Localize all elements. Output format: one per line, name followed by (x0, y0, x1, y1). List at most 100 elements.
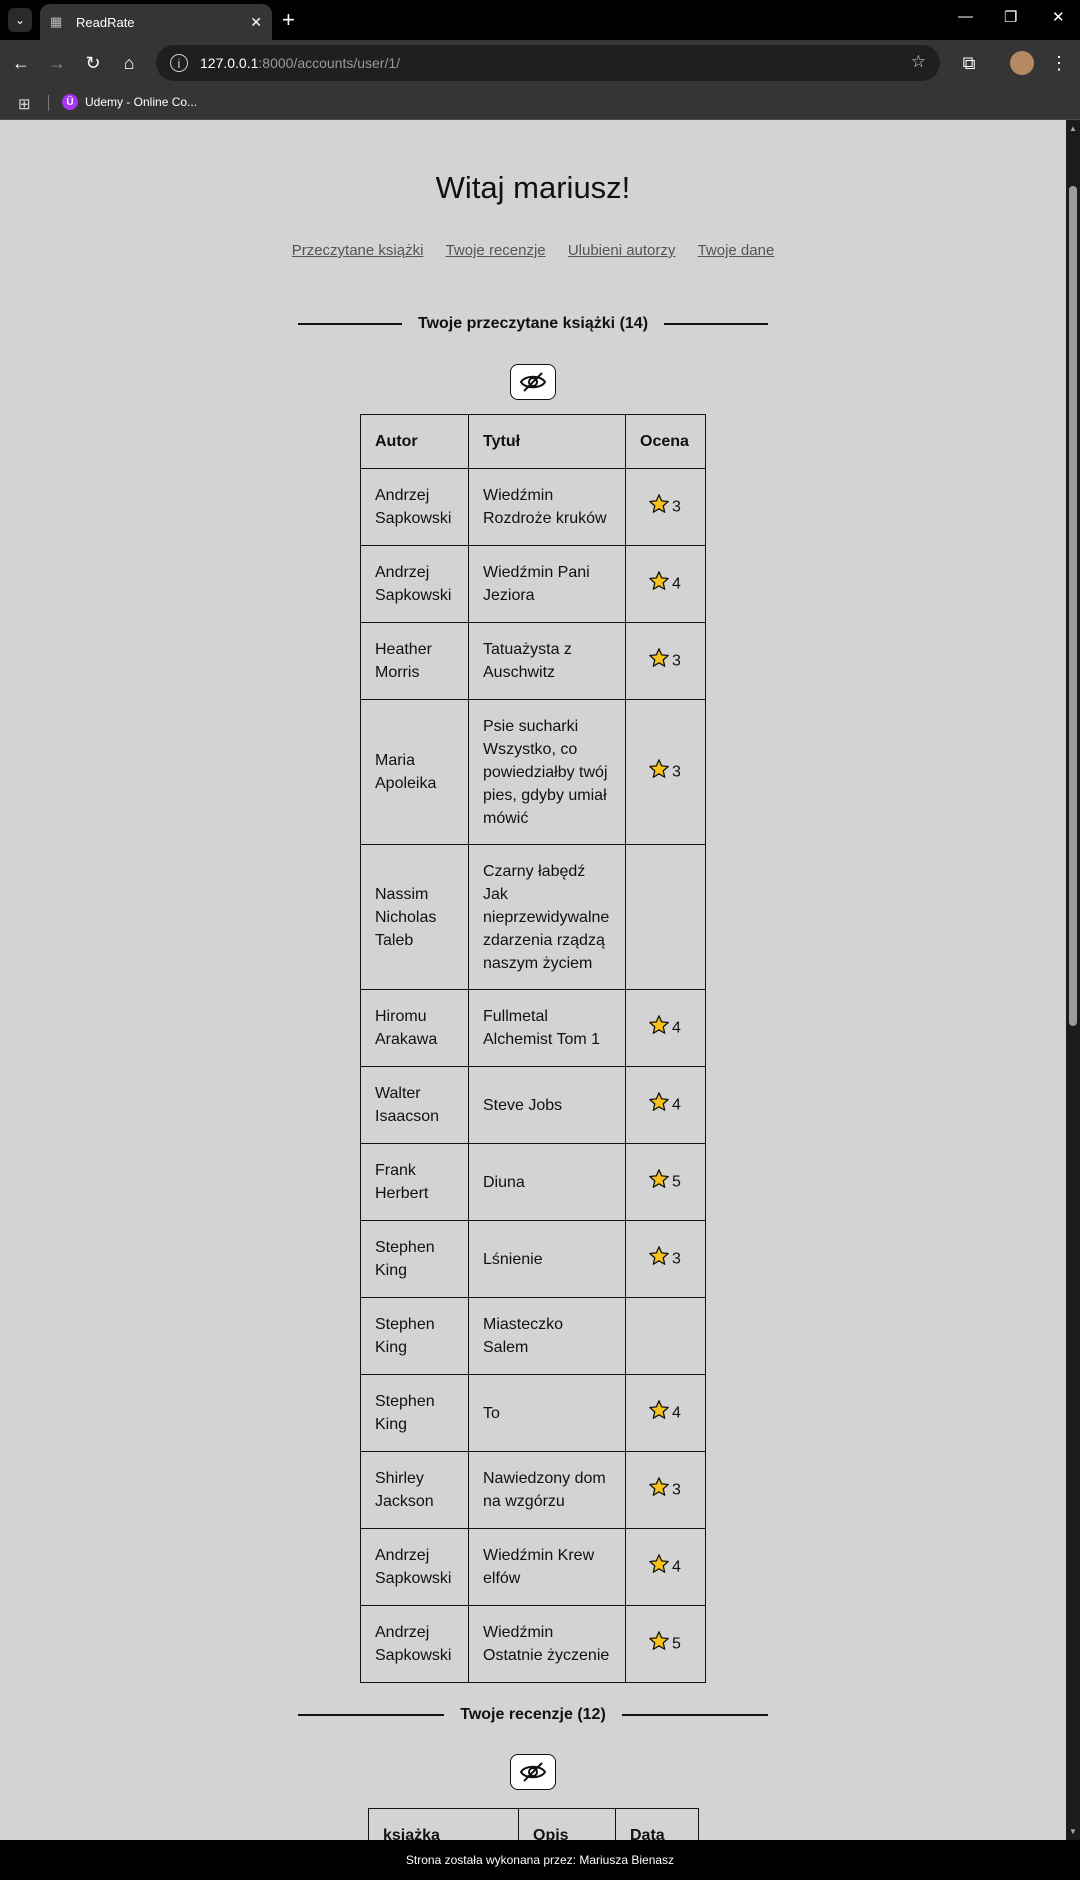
page-footer: Strona została wykonana przez: Mariusza … (0, 1840, 1080, 1880)
table-row: Walter Isaacson Steve Jobs 4 (360, 1066, 706, 1144)
table-row: Stephen King Lśnienie 3 (360, 1220, 706, 1298)
site-info-icon[interactable]: i (170, 54, 188, 72)
cell-author: Nassim Nicholas Taleb (360, 844, 469, 990)
browser-tab-bar: ⌄ ▦ ReadRate ✕ + — ❐ ✕ (0, 0, 1080, 40)
profile-avatar[interactable] (1010, 51, 1034, 75)
cell-author: Andrzej Sapkowski (360, 468, 469, 546)
star-icon (648, 1630, 670, 1659)
bookmark-label: Udemy - Online Co... (85, 95, 198, 109)
bookmark-star-icon[interactable]: ☆ (911, 52, 926, 72)
bookmarks-bar: ⊞ Ü Udemy - Online Co... (0, 86, 1080, 120)
forward-icon[interactable]: → (44, 50, 70, 76)
rating-value: 4 (672, 575, 681, 593)
rating-value: 3 (672, 652, 681, 670)
header-title: Tytuł (468, 414, 626, 469)
cell-rating: 3 (625, 1451, 706, 1529)
menu-kebab-icon[interactable]: ⋮ (1046, 50, 1072, 76)
table-row: Heather Morris Tatuażysta z Auschwitz 3 (360, 622, 706, 700)
table-row: Andrzej Sapkowski Wiedźmin Ostatnie życze… (360, 1605, 706, 1683)
new-tab-button[interactable]: + (282, 8, 295, 32)
nav-link-reviews[interactable]: Twoje recenzje (446, 242, 546, 259)
bookmark-udemy[interactable]: Ü Udemy - Online Co... (62, 94, 197, 110)
rating-value: 3 (672, 763, 681, 781)
header-author: Autor (360, 414, 469, 469)
tab-title: ReadRate (76, 14, 135, 30)
rating-value: 5 (672, 1173, 681, 1191)
cell-rating: 3 (625, 468, 706, 546)
star-icon (648, 493, 670, 522)
table-row: Hiromu Arakawa Fullmetal Alchemist Tom 1 4 (360, 989, 706, 1067)
close-tab-icon[interactable]: ✕ (250, 14, 262, 31)
cell-title: Miasteczko Salem (468, 1297, 626, 1375)
rating-value: 3 (672, 1481, 681, 1499)
header-description: Opis (518, 1808, 616, 1840)
url-path: :8000/accounts/user/1/ (258, 55, 401, 71)
cell-title: Wiedźmin Rozdroże kruków (468, 468, 626, 546)
star-icon (648, 758, 670, 787)
cell-author: Hiromu Arakawa (360, 989, 469, 1067)
address-bar[interactable]: i 127.0.0.1:8000/accounts/user/1/ ☆ (156, 45, 940, 81)
cell-rating: 4 (625, 989, 706, 1067)
toggle-reviews-button[interactable] (510, 1754, 556, 1790)
table-row: Andrzej Sapkowski Wiedźmin Pani Jeziora 4 (360, 545, 706, 623)
table-header-row: książka Opis Data (368, 1808, 699, 1840)
rating-value: 3 (672, 498, 681, 516)
scroll-down-icon[interactable]: ▼ (1069, 1827, 1077, 1836)
cell-title: Tatuażysta z Auschwitz (468, 622, 626, 700)
cell-title: Nawiedzony dom na wzgórzu (468, 1451, 626, 1529)
rating-value: 4 (672, 1558, 681, 1576)
cell-author: Andrzej Sapkowski (360, 545, 469, 623)
cell-title: Wiedźmin Ostatnie życzenie (468, 1605, 626, 1683)
back-icon[interactable]: ← (8, 50, 34, 76)
cell-author: Stephen King (360, 1374, 469, 1452)
extensions-icon[interactable]: ⧉ (956, 50, 982, 76)
cell-author: Frank Herbert (360, 1143, 469, 1221)
table-row: Stephen King Miasteczko Salem (360, 1297, 706, 1375)
page-scrollbar[interactable]: ▲ ▼ (1066, 120, 1080, 1840)
star-icon (648, 1476, 670, 1505)
page-content: Witaj mariusz! Przeczytane książki Twoje… (0, 120, 1066, 1840)
cell-title: To (468, 1374, 626, 1452)
home-icon[interactable]: ⌂ (116, 50, 142, 76)
scroll-up-icon[interactable]: ▲ (1069, 124, 1077, 133)
cell-title: Wiedźmin Krew elfów (468, 1528, 626, 1606)
read-books-table: Autor Tytuł Ocena Andrzej Sapkowski Wiedź… (360, 414, 706, 1683)
rating-value: 3 (672, 1250, 681, 1268)
cell-title: Diuna (468, 1143, 626, 1221)
reviews-section-header: Twoje recenzje (12) (298, 1706, 768, 1724)
cell-author: Shirley Jackson (360, 1451, 469, 1529)
eye-slash-icon (519, 1762, 547, 1782)
table-header-row: Autor Tytuł Ocena (360, 414, 706, 469)
cell-rating: 4 (625, 1374, 706, 1452)
cell-rating: 4 (625, 1066, 706, 1144)
cell-title: Lśnienie (468, 1220, 626, 1298)
header-date: Data (615, 1808, 699, 1840)
minimize-icon[interactable]: — (958, 8, 973, 25)
reload-icon[interactable]: ↻ (80, 50, 106, 76)
scroll-thumb[interactable] (1069, 186, 1077, 1026)
browser-tab[interactable]: ▦ ReadRate ✕ (40, 4, 272, 40)
restore-icon[interactable]: ❐ (1004, 8, 1017, 26)
cell-author: Andrzej Sapkowski (360, 1528, 469, 1606)
rating-value: 4 (672, 1096, 681, 1114)
table-row: Stephen King To 4 (360, 1374, 706, 1452)
cell-author: Andrzej Sapkowski (360, 1605, 469, 1683)
cell-author: Heather Morris (360, 622, 469, 700)
divider-line (298, 323, 402, 325)
cell-rating: 3 (625, 1220, 706, 1298)
nav-link-favorite-authors[interactable]: Ulubieni autorzy (568, 242, 676, 259)
nav-link-read-books[interactable]: Przeczytane książki (292, 242, 424, 259)
cell-title: Fullmetal Alchemist Tom 1 (468, 989, 626, 1067)
close-window-icon[interactable]: ✕ (1052, 8, 1065, 26)
toggle-read-books-button[interactable] (510, 364, 556, 400)
tab-search-button[interactable]: ⌄ (8, 8, 32, 32)
apps-grid-icon[interactable]: ⊞ (18, 95, 31, 113)
cell-title: Czarny łabędź Jak nieprzewidywalne zdarz… (468, 844, 626, 990)
nav-link-your-data[interactable]: Twoje dane (698, 242, 775, 259)
table-row: Nassim Nicholas Taleb Czarny łabędź Jak n… (360, 844, 706, 990)
cell-rating (625, 844, 706, 990)
favicon-icon: ▦ (50, 14, 63, 29)
cell-rating: 5 (625, 1605, 706, 1683)
url-host: 127.0.0.1 (200, 55, 259, 71)
rating-value: 5 (672, 1635, 681, 1653)
